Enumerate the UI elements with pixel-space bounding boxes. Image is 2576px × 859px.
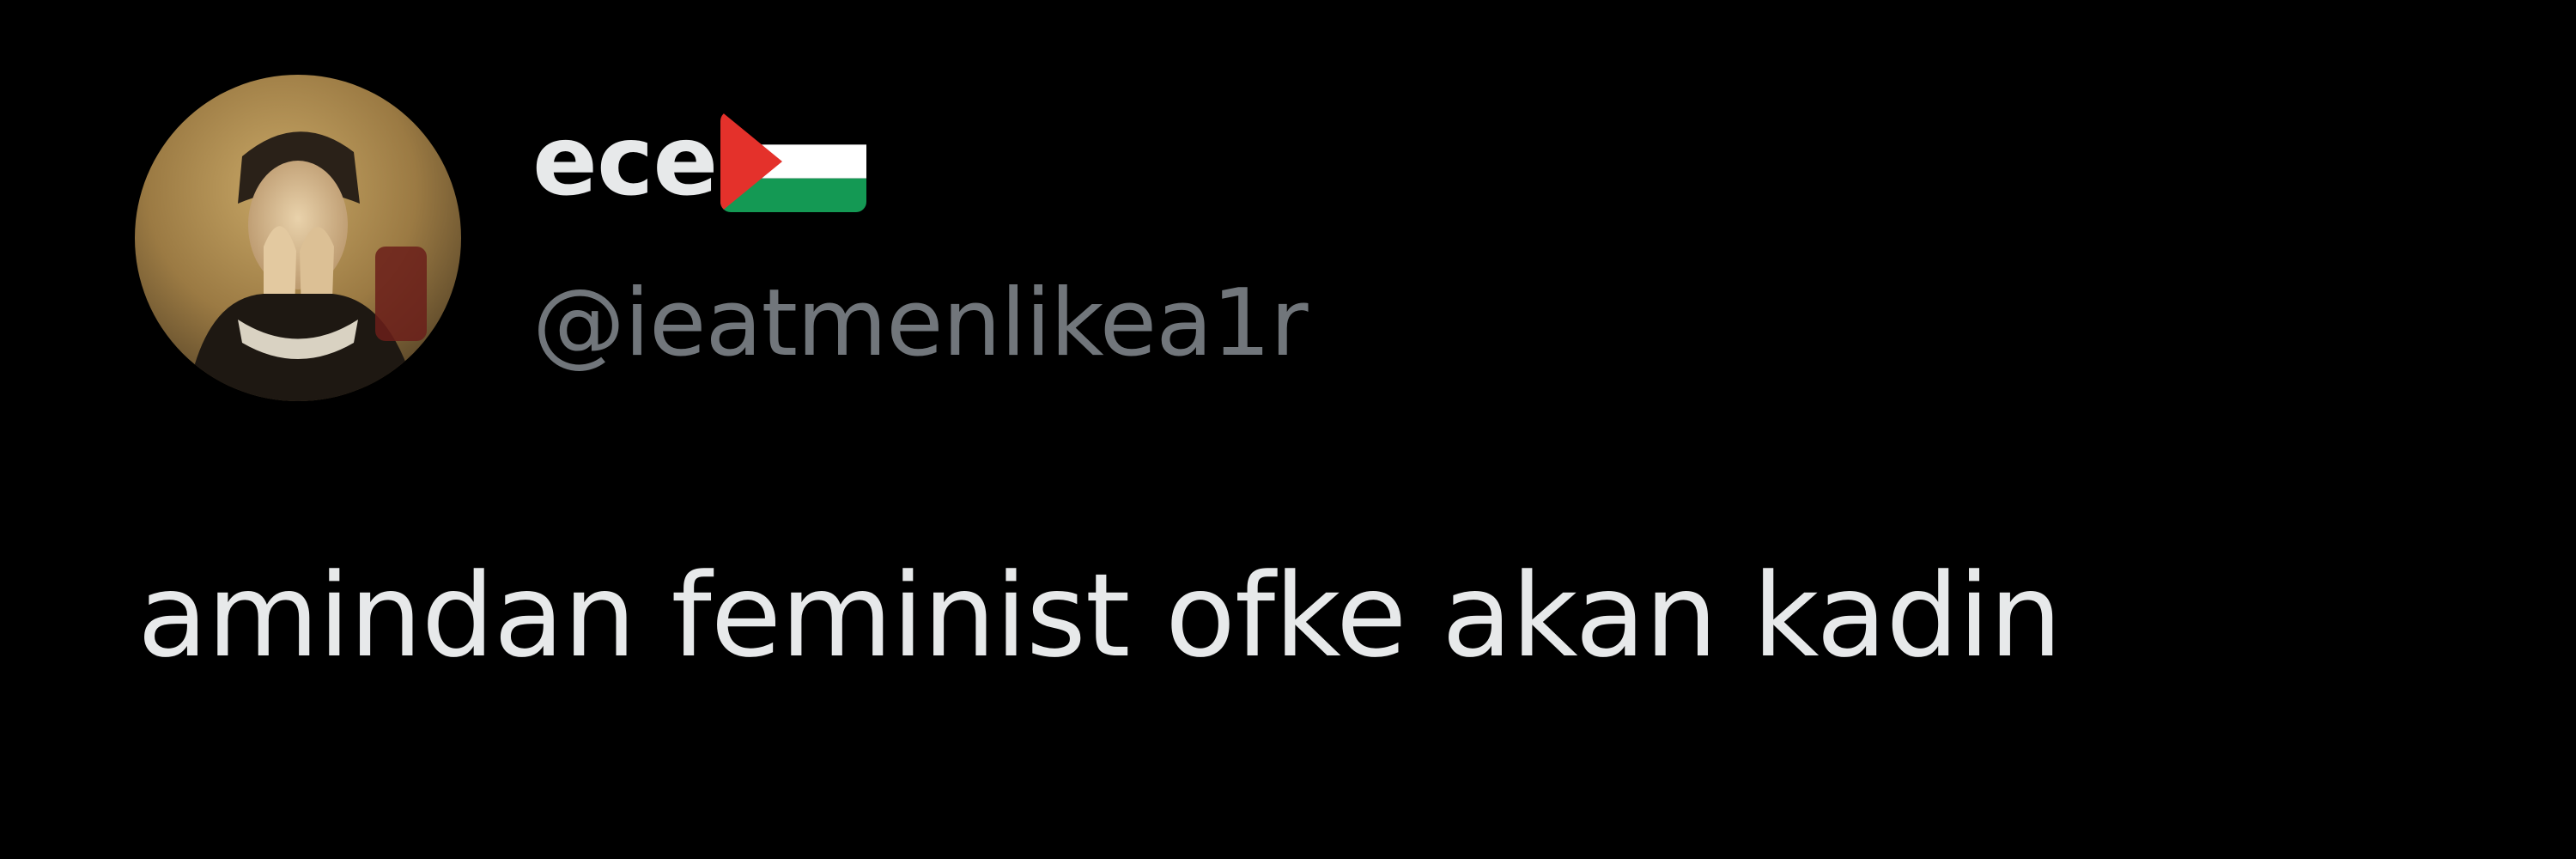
tweet-text: amindan feminist ofke akan kadin	[137, 549, 2063, 683]
author-name-row[interactable]: ece	[532, 101, 867, 222]
avatar-image	[135, 75, 461, 401]
display-name[interactable]: ece	[532, 113, 718, 210]
author-handle[interactable]: @ieatmenlikea1r	[532, 272, 1309, 375]
avatar[interactable]	[135, 75, 461, 401]
tweet-card: ece @ieatmenlikea1r amindan feminist ofk…	[0, 0, 2576, 859]
palestine-flag-icon	[720, 111, 867, 212]
